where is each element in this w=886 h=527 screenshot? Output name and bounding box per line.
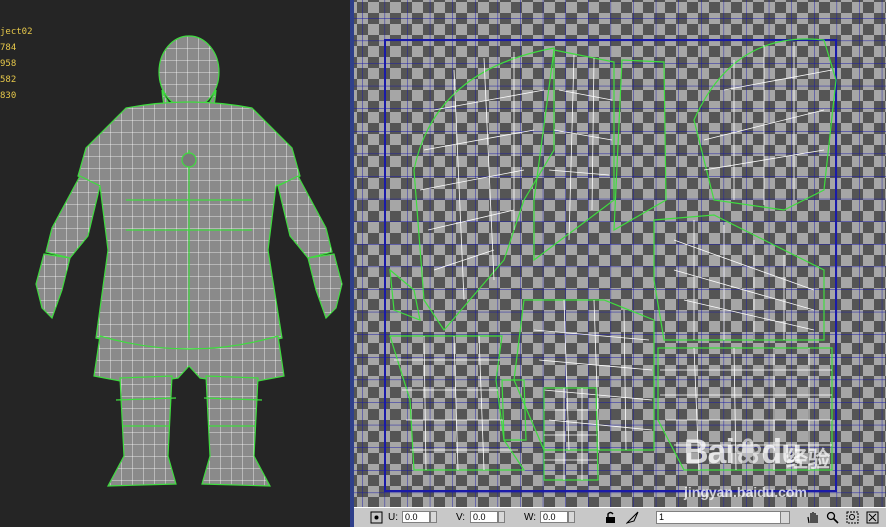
zoom-extents-icon[interactable] — [866, 511, 879, 524]
transform-icon[interactable] — [370, 511, 383, 524]
uv-editor-canvas[interactable]: Bai❀du 经验 jingyan.baidu.com — [354, 0, 886, 527]
uv-checker-grid[interactable] — [354, 0, 886, 507]
u-spinner[interactable] — [430, 511, 437, 523]
uv-editor-toolbar: U: 0.0 V: 0.0 W: 0.0 1 — [354, 507, 886, 527]
perspective-viewport[interactable]: ject02 784 958 582 830 — [0, 0, 350, 527]
map-channel-select[interactable]: 1 — [656, 511, 786, 524]
mesh-head — [158, 35, 220, 109]
watermark-jingyan-text: 经验 — [786, 448, 831, 473]
lock-icon[interactable] — [604, 511, 617, 524]
w-spinner[interactable] — [568, 511, 575, 523]
w-label: W: — [524, 512, 537, 523]
chevron-down-icon[interactable] — [780, 511, 790, 524]
v-coordinate-input[interactable]: 0.0 — [470, 511, 498, 523]
mesh-right-hand — [307, 253, 343, 320]
w-coordinate-input[interactable]: 0.0 — [540, 511, 568, 523]
mesh-left-hand — [35, 253, 71, 320]
v-label: V: — [456, 512, 466, 523]
v-spinner[interactable] — [498, 511, 505, 523]
mesh-right-arm — [277, 175, 333, 259]
watermark-logo-text: Bai❀du — [684, 433, 802, 471]
zoom-region-icon[interactable] — [846, 511, 859, 524]
watermark-url: jingyan.baidu.com — [684, 484, 807, 500]
character-mesh[interactable] — [0, 0, 350, 527]
baidu-jingyan-watermark: Bai❀du 经验 jingyan.baidu.com — [676, 432, 836, 510]
mesh-left-boot — [106, 375, 177, 487]
u-coordinate-input[interactable]: 0.0 — [402, 511, 430, 523]
mesh-right-boot — [201, 375, 272, 487]
zoom-icon[interactable] — [826, 511, 839, 524]
pan-hand-icon[interactable] — [806, 511, 819, 524]
mesh-left-arm — [45, 175, 101, 259]
freeform-icon[interactable] — [625, 511, 639, 525]
u-label: U: — [388, 512, 398, 523]
